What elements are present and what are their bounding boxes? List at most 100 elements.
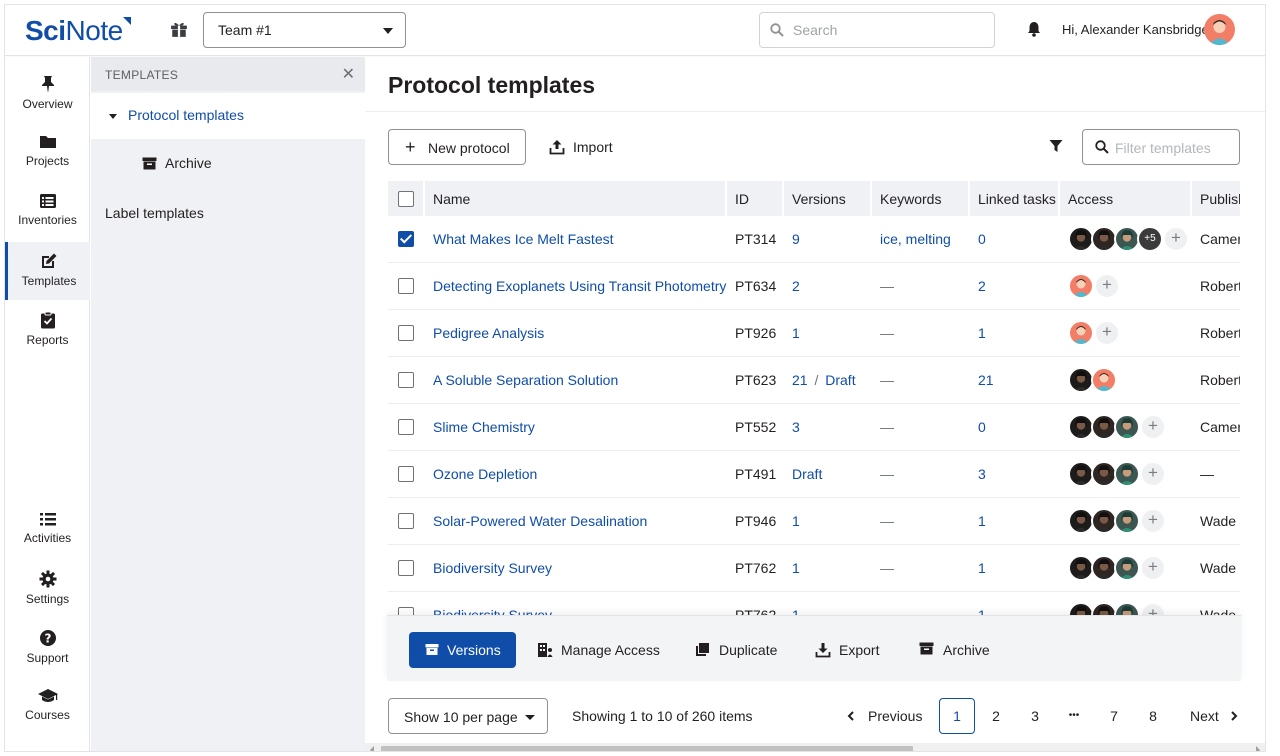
version-link[interactable]: 21 — [792, 372, 808, 388]
add-access-icon[interactable]: + — [1140, 508, 1166, 534]
new-protocol-button[interactable]: + New protocol — [388, 129, 526, 165]
add-access-icon[interactable]: + — [1140, 555, 1166, 581]
column-header-id[interactable]: ID — [727, 181, 784, 216]
scroll-right-arrow[interactable] — [1256, 746, 1260, 751]
linked-tasks-link[interactable]: 21 — [978, 372, 994, 388]
linked-tasks-link[interactable]: 1 — [978, 560, 986, 576]
row-checkbox[interactable] — [398, 278, 414, 294]
version-link[interactable]: 2 — [792, 278, 800, 294]
user-avatar[interactable] — [1204, 14, 1235, 45]
add-access-icon[interactable]: + — [1140, 602, 1166, 615]
previous-page-button[interactable]: Previous — [845, 698, 922, 734]
tree-item-archive[interactable]: Archive — [91, 141, 365, 187]
row-checkbox[interactable] — [398, 466, 414, 482]
tree-item-protocol-templates[interactable]: Protocol templates — [91, 93, 365, 139]
protocol-name-link[interactable]: What Makes Ice Melt Fastest — [433, 231, 614, 247]
protocol-name-link[interactable]: Biodiversity Survey — [433, 560, 552, 576]
row-checkbox[interactable] — [398, 325, 414, 341]
caret-down-icon[interactable] — [109, 114, 117, 119]
nav-support[interactable]: ? Support — [5, 619, 90, 677]
nav-courses[interactable]: Courses — [5, 678, 90, 736]
page-button-8[interactable]: 8 — [1135, 698, 1171, 734]
tree-item-label-templates[interactable]: Label templates — [105, 205, 204, 221]
table-row[interactable]: What Makes Ice Melt Fastest PT314 9 ice,… — [388, 216, 1240, 263]
table-row[interactable]: A Soluble Separation Solution PT623 21 /… — [388, 357, 1240, 404]
row-checkbox[interactable] — [398, 560, 414, 576]
row-checkbox[interactable] — [398, 372, 414, 388]
add-access-icon[interactable]: + — [1094, 273, 1120, 299]
protocol-name-link[interactable]: Pedigree Analysis — [433, 325, 544, 341]
versions-button[interactable]: Versions — [409, 632, 516, 668]
draft-link[interactable]: Draft — [792, 466, 822, 482]
scinote-logo[interactable]: SciNote — [25, 15, 131, 47]
next-page-button[interactable]: Next — [1190, 698, 1250, 734]
version-link[interactable]: 3 — [792, 419, 800, 435]
page-button-1[interactable]: 1 — [939, 698, 975, 734]
filter-icon[interactable] — [1049, 139, 1063, 153]
team-selector[interactable]: Team #1 — [203, 12, 406, 48]
table-row[interactable]: Biodiversity Survey PT762 1 — 1 + Wade — [388, 545, 1240, 592]
linked-tasks-link[interactable]: 1 — [978, 607, 986, 615]
column-header-published-by[interactable]: Publish — [1192, 181, 1240, 216]
gift-icon[interactable] — [170, 20, 188, 38]
linked-tasks-link[interactable]: 0 — [978, 231, 986, 247]
column-header-keywords[interactable]: Keywords — [872, 181, 970, 216]
nav-reports[interactable]: Reports — [5, 301, 90, 359]
version-link[interactable]: 9 — [792, 231, 800, 247]
nav-templates[interactable]: Templates — [5, 242, 90, 300]
table-row[interactable]: Pedigree Analysis PT926 1 — 1 + Robert — [388, 310, 1240, 357]
nav-activities[interactable]: Activities — [5, 501, 90, 559]
scrollbar-thumb[interactable] — [381, 746, 913, 751]
version-link[interactable]: 1 — [792, 513, 800, 529]
column-header-versions[interactable]: Versions — [784, 181, 872, 216]
table-row[interactable]: Biodiversity Survey PT762 1 — 1 + Wade — [388, 592, 1240, 615]
protocol-name-link[interactable]: Ozone Depletion — [433, 466, 537, 482]
nav-projects[interactable]: Projects — [5, 124, 90, 182]
close-icon[interactable]: ✕ — [342, 64, 355, 84]
linked-tasks-link[interactable]: 2 — [978, 278, 986, 294]
page-button-3[interactable]: 3 — [1017, 698, 1053, 734]
nav-settings[interactable]: Settings — [5, 560, 90, 618]
table-row[interactable]: Slime Chemistry PT552 3 — 0 + Camer — [388, 404, 1240, 451]
notifications-bell-icon[interactable] — [1027, 21, 1041, 37]
nav-inventories[interactable]: Inventories — [5, 183, 90, 241]
row-checkbox[interactable] — [398, 419, 414, 435]
add-access-icon[interactable]: + — [1140, 414, 1166, 440]
per-page-select[interactable]: Show 10 per page — [388, 698, 548, 734]
page-button-7[interactable]: 7 — [1096, 698, 1132, 734]
filter-templates-input[interactable]: Filter templates — [1082, 129, 1240, 165]
column-header-linked-tasks[interactable]: Linked tasks — [970, 181, 1060, 216]
scroll-left-arrow[interactable] — [370, 746, 374, 751]
nav-overview[interactable]: Overview — [5, 65, 90, 123]
add-access-icon[interactable]: + — [1094, 320, 1120, 346]
protocol-name-link[interactable]: Biodiversity Survey — [433, 607, 552, 615]
horizontal-scrollbar[interactable] — [365, 743, 1265, 751]
keywords-cell[interactable]: ice, melting — [880, 231, 951, 247]
page-button-2[interactable]: 2 — [978, 698, 1014, 734]
select-all-checkbox[interactable] — [398, 191, 414, 207]
more-users-badge[interactable]: +5 — [1137, 226, 1163, 252]
column-header-access[interactable]: Access — [1060, 181, 1192, 216]
draft-link[interactable]: Draft — [825, 372, 855, 388]
add-access-icon[interactable]: + — [1163, 226, 1189, 252]
column-header-name[interactable]: Name — [425, 181, 727, 216]
linked-tasks-link[interactable]: 3 — [978, 466, 986, 482]
linked-tasks-link[interactable]: 1 — [978, 325, 986, 341]
version-link[interactable]: 1 — [792, 560, 800, 576]
user-greeting[interactable]: Hi, Alexander Kansbridge — [1062, 22, 1209, 37]
linked-tasks-link[interactable]: 1 — [978, 513, 986, 529]
protocol-name-link[interactable]: Detecting Exoplanets Using Transit Photo… — [433, 278, 726, 294]
row-checkbox[interactable] — [398, 231, 414, 247]
linked-tasks-link[interactable]: 0 — [978, 419, 986, 435]
row-checkbox[interactable] — [398, 513, 414, 529]
row-checkbox[interactable] — [398, 607, 414, 615]
version-link[interactable]: 1 — [792, 607, 800, 615]
version-link[interactable]: 1 — [792, 325, 800, 341]
table-row[interactable]: Solar-Powered Water Desalination PT946 1… — [388, 498, 1240, 545]
table-row[interactable]: Ozone Depletion PT491 Draft — 3 + — — [388, 451, 1240, 498]
table-row[interactable]: Detecting Exoplanets Using Transit Photo… — [388, 263, 1240, 310]
protocol-name-link[interactable]: A Soluble Separation Solution — [433, 372, 618, 388]
global-search-input[interactable]: Search — [759, 12, 995, 48]
protocol-name-link[interactable]: Slime Chemistry — [433, 419, 535, 435]
protocol-name-link[interactable]: Solar-Powered Water Desalination — [433, 513, 647, 529]
